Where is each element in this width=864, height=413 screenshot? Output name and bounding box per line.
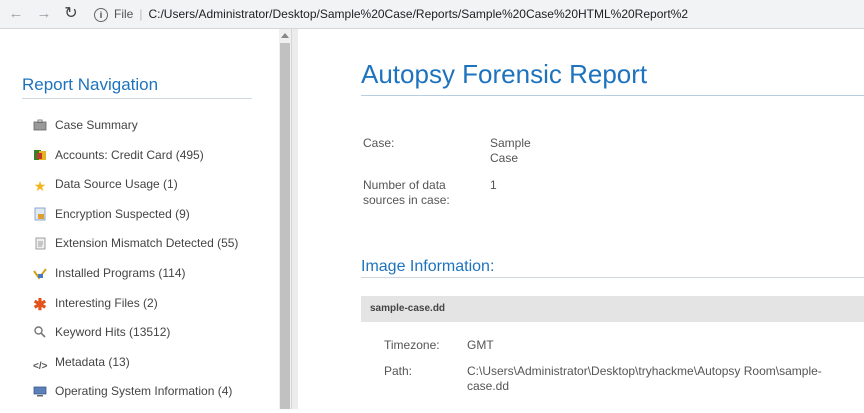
title-rule [361,95,864,96]
reload-icon: ↻ [64,5,78,22]
image-info-title: Image Information: [361,258,495,275]
timezone-label: Timezone: [384,338,440,352]
nav-item-label[interactable]: Accounts: Credit Card (495) [55,148,204,162]
scroll-thumb[interactable] [280,43,290,409]
arrow-left-icon: ← [8,5,24,22]
credit-card-icon [33,148,47,162]
computer-icon [33,384,47,398]
timezone-value: GMT [467,338,494,352]
nav-title-rule [22,98,252,99]
nav-item-data-source-usage[interactable]: ★ Data Source Usage (1) [33,176,238,206]
file-mismatch-icon [33,236,47,250]
case-label: Case: [363,136,395,150]
nav-item-label[interactable]: Encryption Suspected (9) [55,207,190,221]
nav-item-os-information[interactable]: Operating System Information (4) [33,383,238,413]
back-button[interactable]: ← [6,4,26,24]
nav-item-label[interactable]: Interesting Files (2) [55,296,158,310]
sources-label-line2: sources in case: [363,193,450,207]
nav-item-label[interactable]: Keyword Hits (13512) [55,325,170,339]
nav-item-label[interactable]: Metadata (13) [55,355,130,369]
sources-value: 1 [490,178,497,192]
nav-item-label[interactable]: Case Summary [55,118,138,132]
url-scheme: File [114,7,134,21]
nav-item-metadata[interactable]: </> Metadata (13) [33,354,238,384]
url-text[interactable]: C:/Users/Administrator/Desktop/Sample%20… [148,7,688,21]
report-content: Autopsy Forensic Report Case: Sample Cas… [298,29,864,409]
info-icon[interactable]: i [94,7,108,22]
nav-title: Report Navigation [22,75,159,94]
code-tag-icon: </> [33,360,48,372]
nav-scrollbar[interactable] [279,29,291,409]
nav-item-label[interactable]: Data Source Usage (1) [55,177,178,191]
asterisk-icon: ✱ [33,296,47,314]
sources-label-line1: Number of data [363,178,446,192]
image-name: sample-case.dd [370,303,446,314]
nav-item-encryption-suspected[interactable]: Encryption Suspected (9) [33,206,238,236]
nav-item-extension-mismatch[interactable]: Extension Mismatch Detected (55) [33,235,238,265]
scroll-up-arrow-icon[interactable] [281,33,289,38]
lock-document-icon [33,207,47,221]
page-title: Autopsy Forensic Report [361,59,648,89]
nav-list: Case Summary Accounts: Credit Card (495)… [33,117,238,413]
installed-programs-icon [33,266,47,280]
arrow-right-icon: → [36,5,52,22]
star-icon: ★ [33,178,47,195]
url-separator: | [139,7,143,21]
nav-item-label[interactable]: Extension Mismatch Detected (55) [55,236,238,250]
nav-item-case-summary[interactable]: Case Summary [33,117,238,147]
nav-item-installed-programs[interactable]: Installed Programs (114) [33,265,238,295]
nav-item-interesting-files[interactable]: ✱ Interesting Files (2) [33,295,238,325]
forward-button[interactable]: → [34,4,54,24]
browser-toolbar: ← → ↻ i File | C:/Users/Administrator/Deskt… [0,0,864,29]
path-label: Path: [384,364,413,378]
path-value-line1: C:\Users\Administrator\Desktop\tryhackme… [467,364,822,378]
briefcase-icon [33,118,47,132]
nav-item-accounts-credit-card[interactable]: Accounts: Credit Card (495) [33,147,238,177]
path-value-line2: case.dd [467,379,510,393]
reload-button[interactable]: ↻ [61,4,81,24]
magnifier-icon [33,325,47,339]
address-bar[interactable]: i File | C:/Users/Administrator/Desktop/Sam… [90,3,864,25]
report-navigation-pane: Report Navigation Case Summary Accounts:… [0,29,279,409]
case-value-line1: Sample [490,136,531,150]
nav-item-keyword-hits[interactable]: Keyword Hits (13512) [33,324,238,354]
image-name-bar: sample-case.dd [361,296,864,322]
image-info-rule [361,277,864,278]
nav-item-label[interactable]: Operating System Information (4) [55,384,232,398]
nav-item-label[interactable]: Installed Programs (114) [55,266,186,280]
case-value-line2: Case [490,151,519,165]
